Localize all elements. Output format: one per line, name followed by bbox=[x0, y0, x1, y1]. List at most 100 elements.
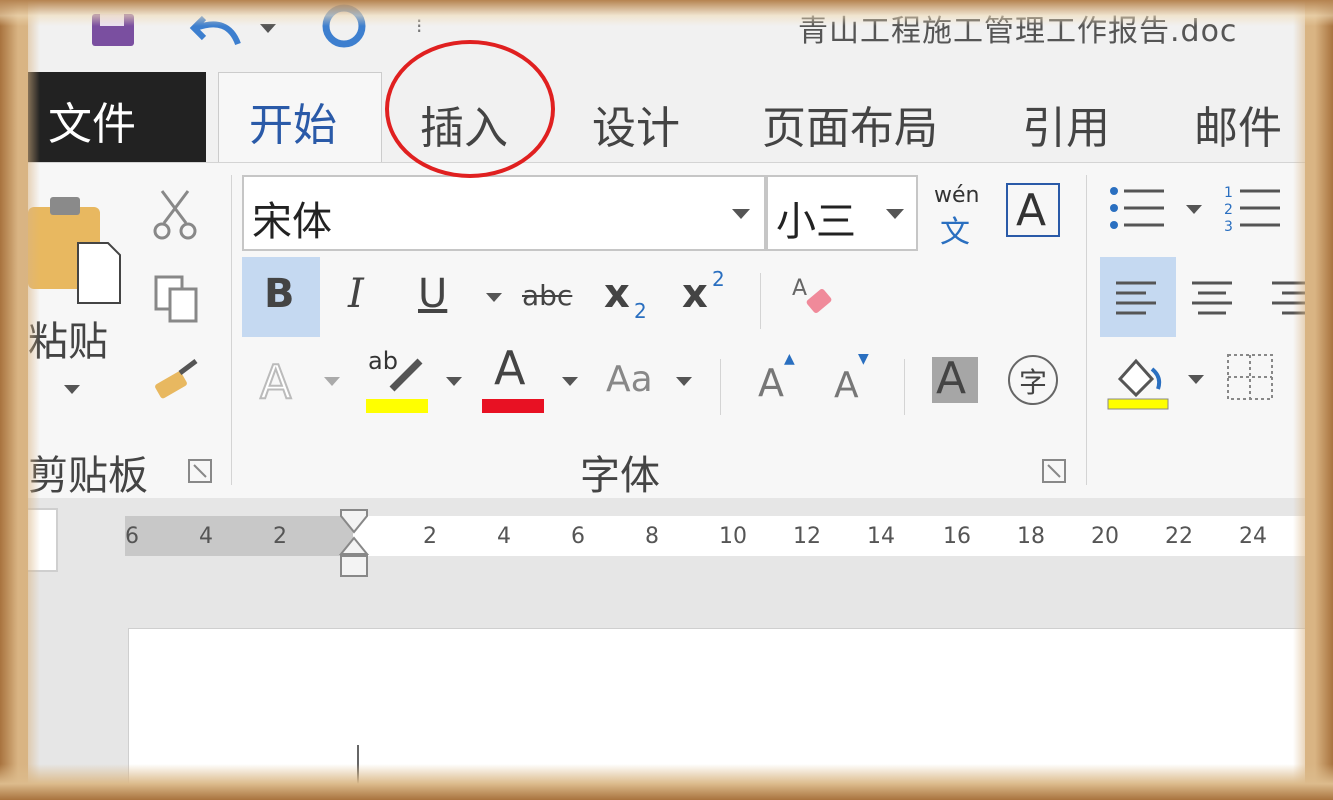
character-shading-button[interactable]: A bbox=[932, 353, 978, 404]
horizontal-ruler[interactable]: 6 4 2 2 4 6 8 10 12 14 16 18 20 22 24 bbox=[125, 509, 1305, 577]
format-painter-icon[interactable] bbox=[152, 357, 202, 403]
tab-references[interactable]: 引用 bbox=[1022, 92, 1110, 156]
ruler-tick: 14 bbox=[867, 524, 895, 549]
change-case-dropdown-icon[interactable] bbox=[676, 377, 692, 386]
separator bbox=[760, 273, 761, 329]
align-left-icon bbox=[1116, 281, 1156, 315]
underline-glyph: U bbox=[418, 271, 448, 317]
ruler-tick: 2 bbox=[273, 524, 287, 549]
italic-button[interactable]: I bbox=[328, 257, 392, 337]
strikethrough-button[interactable]: abc bbox=[520, 257, 582, 337]
paste-icon[interactable] bbox=[28, 193, 124, 313]
superscript-small-glyph: 2 bbox=[712, 267, 725, 291]
tab-design[interactable]: 设计 bbox=[592, 92, 680, 156]
font-size-value: 小三 bbox=[776, 199, 856, 245]
character-shading-glyph: A bbox=[936, 353, 967, 404]
ruler-tick: 6 bbox=[125, 524, 139, 549]
ribbon-home: 粘贴 剪贴板 宋体 小三 wén 文 A B I U abc x 2 x 2 A… bbox=[28, 162, 1305, 500]
group-separator bbox=[231, 175, 232, 485]
ruler-tick: 16 bbox=[943, 524, 971, 549]
borders-icon[interactable] bbox=[1226, 353, 1276, 403]
aged-photo-frame: ⁝ 青山工程施工管理工作报告.doc 文件 开始 插入 设计 页面布局 引用 邮… bbox=[0, 0, 1333, 800]
highlight-color-bar bbox=[366, 399, 428, 413]
bullets-dropdown-icon[interactable] bbox=[1186, 205, 1202, 214]
ruler-margin bbox=[125, 516, 353, 556]
annotation-circle bbox=[385, 40, 555, 178]
copy-icon[interactable] bbox=[152, 273, 202, 325]
cut-icon[interactable] bbox=[152, 189, 198, 241]
tab-file[interactable]: 文件 bbox=[28, 72, 206, 162]
ribbon-tabs: 文件 开始 插入 设计 页面布局 引用 邮件 bbox=[28, 62, 1305, 167]
ruler-tick: 8 bbox=[645, 524, 659, 549]
numbering-icon[interactable]: 1 2 3 bbox=[1224, 183, 1284, 233]
tab-home-label: 开始 bbox=[249, 100, 337, 151]
grow-font-button[interactable]: A ▲ bbox=[752, 349, 804, 419]
clear-formatting-icon[interactable]: A bbox=[790, 271, 840, 325]
text-effects-glyph: A bbox=[259, 354, 292, 410]
ruler-tick: 18 bbox=[1017, 524, 1045, 549]
ruler-tick: 6 bbox=[571, 524, 585, 549]
font-size-combo[interactable]: 小三 bbox=[766, 175, 918, 251]
change-case-button[interactable]: Aa bbox=[602, 353, 672, 413]
bold-button[interactable]: B bbox=[242, 257, 320, 337]
ruler-tick: 2 bbox=[423, 524, 437, 549]
strikethrough-glyph: abc bbox=[522, 279, 573, 312]
text-effects-button[interactable]: A bbox=[254, 349, 314, 419]
svg-text:2: 2 bbox=[1224, 202, 1233, 218]
phonetic-guide-button[interactable]: wén 文 bbox=[928, 181, 988, 250]
align-left-button[interactable] bbox=[1100, 257, 1176, 337]
ruler-tick: 4 bbox=[199, 524, 213, 549]
change-case-glyph: Aa bbox=[606, 359, 653, 400]
ruler-tick: 20 bbox=[1091, 524, 1119, 549]
font-name-dropdown-icon[interactable] bbox=[732, 209, 750, 219]
word-window: ⁝ 青山工程施工管理工作报告.doc 文件 开始 插入 设计 页面布局 引用 邮… bbox=[28, 0, 1305, 800]
highlighter-pen-icon bbox=[389, 358, 423, 392]
subscript-glyph: x bbox=[604, 271, 630, 317]
paste-dropdown-icon[interactable] bbox=[64, 385, 80, 394]
font-dialog-launcher-icon[interactable] bbox=[1042, 459, 1066, 483]
tab-mailings[interactable]: 邮件 bbox=[1194, 92, 1282, 156]
separator bbox=[904, 359, 905, 415]
tab-page-layout[interactable]: 页面布局 bbox=[762, 92, 938, 156]
svg-text:A: A bbox=[792, 276, 807, 301]
font-name-value: 宋体 bbox=[252, 199, 332, 245]
clipboard-dialog-launcher-icon[interactable] bbox=[188, 459, 212, 483]
text-effects-dropdown-icon[interactable] bbox=[324, 377, 340, 386]
bullets-icon[interactable] bbox=[1108, 183, 1168, 233]
paragraph-shading-icon[interactable] bbox=[1106, 349, 1172, 413]
indent-marker-icon[interactable] bbox=[339, 508, 369, 580]
group-separator bbox=[1086, 175, 1087, 485]
text-highlight-button[interactable]: ab bbox=[364, 347, 430, 417]
tab-home[interactable]: 开始 bbox=[218, 72, 382, 167]
shrink-font-button[interactable]: A ▼ bbox=[828, 349, 880, 419]
superscript-glyph: x bbox=[682, 271, 708, 317]
font-group-label: 字体 bbox=[580, 453, 660, 499]
enclose-characters-button[interactable]: 字 bbox=[1008, 355, 1058, 405]
font-size-dropdown-icon[interactable] bbox=[886, 209, 904, 219]
shrink-arrow-icon: ▼ bbox=[858, 351, 869, 367]
separator bbox=[720, 359, 721, 415]
text-highlight-dropdown-icon[interactable] bbox=[446, 377, 462, 386]
subscript-button[interactable]: x 2 bbox=[598, 257, 660, 337]
font-name-combo[interactable]: 宋体 bbox=[242, 175, 766, 251]
ruler-tick: 24 bbox=[1239, 524, 1267, 549]
grow-font-glyph: A bbox=[758, 361, 784, 405]
font-color-button[interactable]: A bbox=[480, 341, 546, 417]
font-color-bar bbox=[482, 399, 544, 413]
underline-button[interactable]: U bbox=[402, 257, 472, 337]
ruler-tick: 10 bbox=[719, 524, 747, 549]
superscript-button[interactable]: x 2 bbox=[676, 257, 738, 337]
enclose-characters-glyph: 字 bbox=[1019, 366, 1048, 399]
ruler-tick: 22 bbox=[1165, 524, 1193, 549]
subscript-small-glyph: 2 bbox=[634, 299, 647, 323]
paragraph-shading-dropdown-icon[interactable] bbox=[1188, 375, 1204, 384]
ruler-area: 6 4 2 2 4 6 8 10 12 14 16 18 20 22 24 bbox=[28, 498, 1305, 626]
paste-label: 粘贴 bbox=[28, 319, 108, 365]
phonetic-guide-top: wén bbox=[934, 183, 980, 208]
svg-text:3: 3 bbox=[1224, 219, 1233, 233]
character-border-button[interactable]: A bbox=[1006, 183, 1060, 237]
tab-file-label: 文件 bbox=[48, 99, 136, 150]
font-color-dropdown-icon[interactable] bbox=[562, 377, 578, 386]
align-center-icon[interactable] bbox=[1192, 279, 1236, 315]
underline-dropdown-icon[interactable] bbox=[486, 293, 502, 302]
